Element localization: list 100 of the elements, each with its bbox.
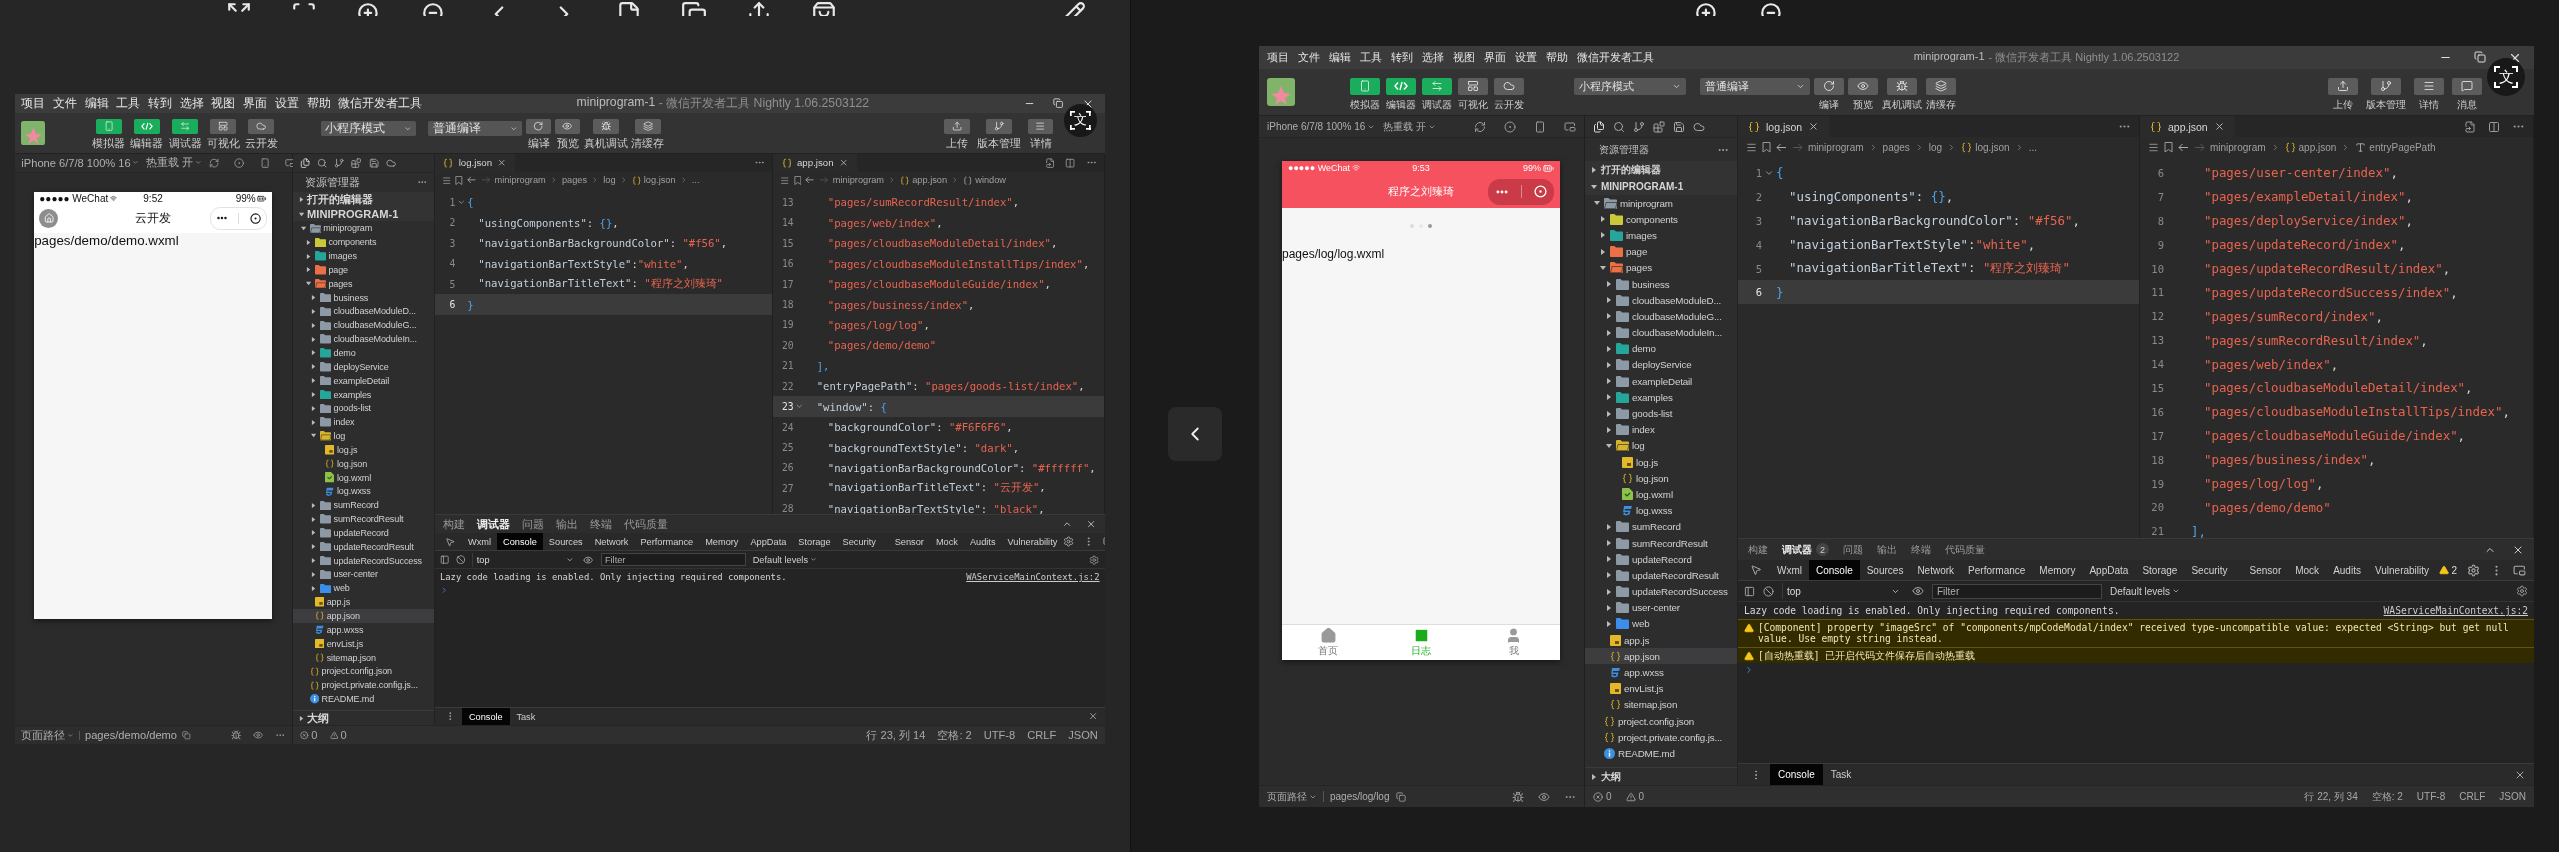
menu-item[interactable]: 视图 bbox=[1453, 50, 1475, 65]
file-tree-item[interactable]: project.private.config.js... bbox=[293, 678, 434, 693]
devtools-tab[interactable]: Sources bbox=[542, 533, 589, 551]
menu-item[interactable]: 转到 bbox=[148, 95, 173, 113]
file-tree-item[interactable]: user-center bbox=[293, 567, 434, 582]
panel-tab[interactable]: 终端 bbox=[590, 516, 613, 532]
breadcrumb-item[interactable]: log bbox=[603, 175, 616, 186]
file-tree-item[interactable]: log.js bbox=[1585, 454, 1737, 471]
breadcrumb-item[interactable]: entryPagePath bbox=[2355, 141, 2436, 153]
file-tree-item[interactable]: envList.js bbox=[1585, 680, 1737, 697]
devtools-tab[interactable]: Network bbox=[588, 533, 635, 551]
compile-dropdown[interactable]: 普通编译 bbox=[1700, 78, 1810, 95]
breadcrumb-item[interactable]: log bbox=[1928, 141, 1943, 153]
status-item[interactable]: 空格: 2 bbox=[937, 727, 972, 743]
status-item[interactable]: CRLF bbox=[1027, 729, 1057, 742]
file-tree-item[interactable]: cloudbaseModuleD... bbox=[1585, 292, 1737, 309]
file-tree-item[interactable]: log.wxss bbox=[1585, 502, 1737, 519]
file-tree-item[interactable]: log.js bbox=[293, 442, 434, 457]
devtools-tab[interactable]: Memory bbox=[2032, 560, 2083, 580]
file-tree-item[interactable]: goods-list bbox=[1585, 405, 1737, 422]
breadcrumb-item[interactable]: pages bbox=[561, 175, 588, 186]
breadcrumb-item[interactable]: window bbox=[963, 175, 1006, 186]
file-tree-item[interactable]: pages bbox=[1585, 259, 1737, 276]
file-tree-item[interactable]: app.json bbox=[1585, 648, 1737, 665]
status-item[interactable]: 行 23, 列 14 bbox=[866, 727, 926, 743]
breadcrumb-item[interactable]: miniprogram bbox=[1808, 141, 1864, 153]
menu-item[interactable]: 视图 bbox=[211, 95, 236, 113]
section-header[interactable]: MINIPROGRAM-1 bbox=[1585, 178, 1737, 195]
file-tree-item[interactable]: log.wxml bbox=[293, 470, 434, 485]
mode-dropdown[interactable]: 小程序模式 bbox=[320, 121, 417, 136]
file-tree-item[interactable]: examples bbox=[1585, 389, 1737, 406]
devtools-tab[interactable]: Security bbox=[836, 533, 882, 551]
menu-item[interactable]: 编辑 bbox=[1329, 50, 1351, 65]
file-tree-item[interactable]: README.md bbox=[293, 692, 434, 706]
menu-item[interactable]: 设置 bbox=[274, 95, 299, 113]
devtools-tab[interactable]: Console bbox=[1809, 560, 1860, 580]
devtools-tab[interactable]: Storage bbox=[2135, 560, 2185, 580]
editor-tab[interactable]: log.json bbox=[1738, 116, 1830, 137]
panel-tab[interactable]: 调试器 bbox=[477, 516, 511, 532]
menu-item[interactable]: 选择 bbox=[179, 95, 204, 113]
file-tree-item[interactable]: web bbox=[1585, 615, 1737, 633]
breadcrumb-item[interactable]: ... bbox=[2028, 141, 2037, 153]
file-tree-item[interactable]: sumRecord bbox=[1585, 518, 1737, 535]
status-item[interactable]: CRLF bbox=[2459, 791, 2486, 802]
page-path-dropdown[interactable]: 页面路径 bbox=[21, 727, 74, 743]
file-tree-item[interactable]: index bbox=[293, 415, 434, 430]
devtools-tab[interactable]: Wxml bbox=[1770, 560, 1809, 580]
breadcrumb-item[interactable]: miniprogram bbox=[832, 175, 885, 186]
editor-tab[interactable]: app.json bbox=[2139, 116, 2235, 137]
section-header[interactable]: 打开的编辑器 bbox=[293, 192, 434, 207]
file-tree-item[interactable]: business bbox=[1585, 275, 1737, 293]
file-tree-item[interactable]: log.json bbox=[293, 456, 434, 471]
menu-item[interactable]: 帮助 bbox=[1546, 50, 1568, 65]
devtools-tab[interactable]: Memory bbox=[699, 533, 745, 551]
file-tree-item[interactable]: cloudbaseModuleG... bbox=[1585, 308, 1737, 325]
devtools-tab[interactable]: Mock bbox=[929, 533, 964, 551]
file-tree-item[interactable]: log.json bbox=[1585, 470, 1737, 487]
breadcrumb-item[interactable]: miniprogram bbox=[2209, 141, 2266, 153]
panel-tab[interactable]: 终端 bbox=[1911, 542, 1931, 557]
devtools-tab[interactable]: Network bbox=[1910, 560, 1962, 580]
file-tree-item[interactable]: web bbox=[293, 581, 434, 596]
file-tree-item[interactable]: cloudbaseModuleG... bbox=[293, 318, 434, 333]
menu-item[interactable]: 帮助 bbox=[306, 95, 331, 113]
file-tree-item[interactable]: deployService bbox=[1585, 356, 1737, 374]
file-tree-item[interactable]: components bbox=[1585, 211, 1737, 228]
file-tree-item[interactable]: app.js bbox=[1585, 632, 1737, 649]
file-tree-item[interactable]: deployService bbox=[293, 359, 434, 374]
menu-item[interactable]: 界面 bbox=[243, 95, 268, 113]
file-tree-item[interactable]: page bbox=[293, 263, 434, 277]
devtools-tab[interactable]: Sources bbox=[1859, 560, 1911, 580]
status-item[interactable]: JSON bbox=[2499, 791, 2526, 802]
file-tree-item[interactable]: project.config.json bbox=[293, 664, 434, 679]
devtools-tab[interactable]: Wxml bbox=[462, 533, 498, 551]
file-tree-item[interactable]: images bbox=[1585, 227, 1737, 244]
filter-field[interactable]: Filter bbox=[1932, 583, 2102, 599]
breadcrumb-item[interactable]: miniprogram bbox=[494, 175, 546, 186]
file-tree-item[interactable]: cloudbaseModuleIn... bbox=[293, 332, 434, 347]
status-item[interactable]: 行 22, 列 34 bbox=[2304, 789, 2358, 804]
menu-item[interactable]: 界面 bbox=[1484, 50, 1506, 65]
drawer-tab[interactable]: Task bbox=[509, 707, 543, 726]
menu-item[interactable]: 项目 bbox=[21, 95, 46, 113]
file-tree-item[interactable]: updateRecordResult bbox=[1585, 567, 1737, 584]
file-tree-item[interactable]: log bbox=[1585, 437, 1737, 454]
devtools-tab[interactable]: AppData bbox=[2082, 560, 2136, 580]
file-tree-item[interactable]: project.config.json bbox=[1585, 713, 1737, 730]
devtools-tab[interactable]: Sensor bbox=[2242, 560, 2289, 580]
menu-item[interactable]: 项目 bbox=[1267, 50, 1289, 65]
file-tree-item[interactable]: README.md bbox=[1585, 745, 1737, 762]
devtools-tab[interactable]: Mock bbox=[2288, 560, 2327, 580]
devtools-tab[interactable]: Console bbox=[497, 533, 543, 551]
file-tree-item[interactable]: demo bbox=[1585, 340, 1737, 357]
file-tree-item[interactable]: updateRecordSuccess bbox=[293, 553, 434, 568]
menu-item[interactable]: 设置 bbox=[1515, 50, 1537, 65]
device-dropdown[interactable]: iPhone 6/7/8 100% 16 bbox=[1267, 121, 1376, 132]
file-tree-item[interactable]: app.wxss bbox=[1585, 664, 1737, 681]
devtools-tab[interactable]: Sensor bbox=[888, 533, 930, 551]
file-tree-item[interactable]: sumRecordResult bbox=[293, 512, 434, 526]
levels-dropdown[interactable]: Default levels bbox=[2110, 585, 2181, 597]
context-dropdown[interactable]: top bbox=[1782, 583, 1904, 599]
file-tree-item[interactable]: log.wxml bbox=[1585, 486, 1737, 503]
